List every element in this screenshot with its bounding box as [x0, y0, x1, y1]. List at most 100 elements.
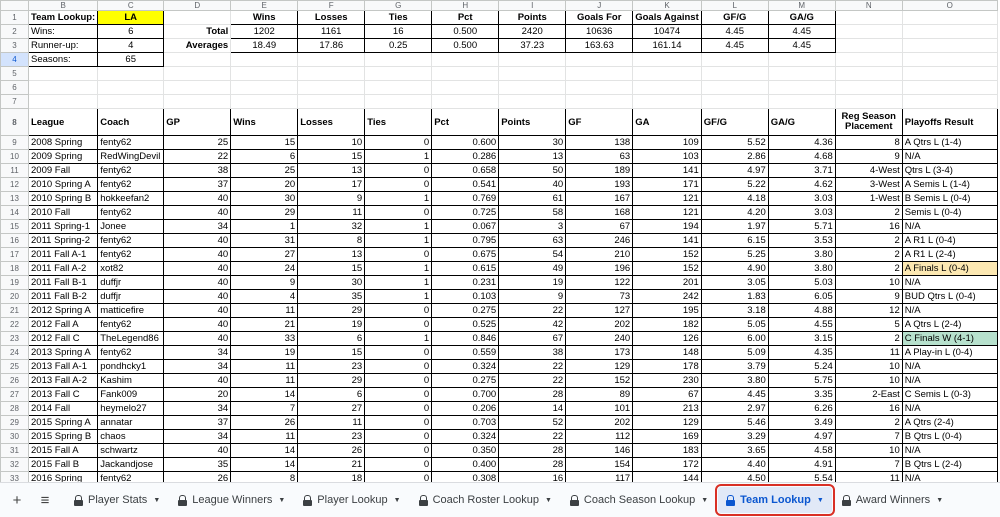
data-cell[interactable]: 3.35 — [767, 387, 836, 402]
data-cell[interactable]: 15 — [297, 261, 366, 276]
empty-cell[interactable] — [230, 80, 299, 95]
empty-cell[interactable] — [364, 66, 433, 81]
data-cell[interactable]: N/A — [901, 275, 998, 290]
data-cell[interactable]: A Finals L (0-4) — [901, 261, 998, 276]
empty-cell[interactable] — [834, 80, 903, 95]
average-value[interactable]: 163.63 — [565, 38, 634, 53]
empty-cell[interactable] — [767, 52, 836, 67]
empty-cell[interactable] — [834, 66, 903, 81]
row-number[interactable]: 4 — [0, 52, 29, 67]
data-cell[interactable]: 126 — [632, 331, 702, 346]
data-cell[interactable]: 0.615 — [431, 261, 500, 276]
data-cell[interactable]: 40 — [163, 275, 232, 290]
data-cell[interactable]: 67 — [632, 387, 702, 402]
total-label[interactable]: Total — [163, 24, 232, 39]
data-cell[interactable]: fenty62 — [97, 177, 165, 192]
row-number[interactable]: 28 — [0, 401, 29, 416]
data-cell[interactable]: 0 — [364, 401, 433, 416]
data-cell[interactable]: 2015 Fall B — [27, 457, 99, 472]
data-cell[interactable]: 1-West — [834, 191, 903, 206]
data-cell[interactable]: 1 — [364, 261, 433, 276]
team-lookup-value[interactable]: LA — [97, 10, 165, 25]
data-cell[interactable]: 9 — [297, 191, 366, 206]
column-header-n[interactable]: N — [834, 0, 903, 11]
summary-header[interactable]: Pct — [431, 10, 500, 25]
empty-cell[interactable] — [498, 94, 567, 109]
data-cell[interactable]: 2 — [834, 261, 903, 276]
data-cell[interactable]: 28 — [498, 457, 567, 472]
data-cell[interactable]: 9 — [834, 289, 903, 304]
row-number[interactable]: 5 — [0, 66, 29, 81]
data-cell[interactable]: annatar — [97, 415, 165, 430]
data-cell[interactable]: A R1 L (2-4) — [901, 247, 998, 262]
data-cell[interactable]: 23 — [297, 359, 366, 374]
empty-cell[interactable] — [498, 80, 567, 95]
empty-cell[interactable] — [297, 66, 366, 81]
data-cell[interactable]: 2013 Spring A — [27, 345, 99, 360]
data-cell[interactable]: 240 — [565, 331, 634, 346]
row-number[interactable]: 6 — [0, 80, 29, 95]
data-cell[interactable]: 152 — [565, 373, 634, 388]
total-value[interactable]: 2420 — [498, 24, 567, 39]
data-cell[interactable]: 0.286 — [431, 149, 500, 164]
data-cell[interactable]: Kashim — [97, 373, 165, 388]
data-cell[interactable]: 34 — [163, 359, 232, 374]
table-header[interactable]: Losses — [297, 108, 366, 136]
data-cell[interactable]: 52 — [498, 415, 567, 430]
data-cell[interactable]: 0 — [364, 415, 433, 430]
data-cell[interactable]: 109 — [632, 135, 702, 150]
data-cell[interactable]: 58 — [498, 205, 567, 220]
data-cell[interactable]: 11 — [834, 471, 903, 482]
data-cell[interactable]: schwartz — [97, 443, 165, 458]
data-cell[interactable]: 30 — [230, 191, 299, 206]
data-cell[interactable]: fenty62 — [97, 163, 165, 178]
total-value[interactable]: 1161 — [297, 24, 366, 39]
data-cell[interactable]: 5.52 — [700, 135, 769, 150]
data-cell[interactable]: 0 — [364, 443, 433, 458]
data-cell[interactable]: 3-West — [834, 177, 903, 192]
empty-cell[interactable] — [230, 94, 299, 109]
table-header[interactable]: Pct — [431, 108, 500, 136]
data-cell[interactable]: 2 — [834, 205, 903, 220]
empty-cell[interactable] — [97, 80, 165, 95]
data-cell[interactable]: 0 — [364, 205, 433, 220]
empty-cell[interactable] — [834, 52, 903, 67]
data-cell[interactable]: 22 — [498, 303, 567, 318]
team-lookup-label[interactable]: Team Lookup: — [27, 10, 99, 25]
data-cell[interactable]: BUD Qtrs L (0-4) — [901, 289, 998, 304]
caret-down-icon[interactable]: ▼ — [278, 497, 285, 504]
data-cell[interactable]: 29 — [230, 205, 299, 220]
data-cell[interactable]: 27 — [230, 247, 299, 262]
total-value[interactable]: 10636 — [565, 24, 634, 39]
data-cell[interactable]: 172 — [632, 457, 702, 472]
data-cell[interactable]: 1 — [364, 289, 433, 304]
empty-cell[interactable] — [498, 66, 567, 81]
caret-down-icon[interactable]: ▼ — [936, 497, 943, 504]
data-cell[interactable]: fenty62 — [97, 205, 165, 220]
row-number[interactable]: 25 — [0, 359, 29, 374]
table-header[interactable]: GA/G — [767, 108, 836, 136]
sheet-tab-player-stats[interactable]: Player Stats ▼ — [66, 487, 168, 513]
data-cell[interactable]: 34 — [163, 219, 232, 234]
data-cell[interactable]: 2015 Fall A — [27, 443, 99, 458]
data-cell[interactable]: fenty62 — [97, 247, 165, 262]
summary-header[interactable]: Wins — [230, 10, 299, 25]
data-cell[interactable]: 2-East — [834, 387, 903, 402]
data-cell[interactable]: 2 — [834, 247, 903, 262]
row-number[interactable]: 19 — [0, 275, 29, 290]
data-cell[interactable]: 20 — [230, 177, 299, 192]
data-cell[interactable]: duffjr — [97, 275, 165, 290]
table-header[interactable]: GF — [565, 108, 634, 136]
data-cell[interactable]: 6.00 — [700, 331, 769, 346]
data-cell[interactable]: RedWingDevil — [97, 149, 165, 164]
data-cell[interactable]: 4.20 — [700, 205, 769, 220]
sheet-tab-team-lookup[interactable]: Team Lookup ▼ — [715, 484, 835, 516]
data-cell[interactable]: 103 — [632, 149, 702, 164]
data-cell[interactable]: N/A — [901, 471, 998, 482]
all-sheets-button[interactable]: ≡ — [34, 489, 56, 511]
row-number[interactable]: 27 — [0, 387, 29, 402]
data-cell[interactable]: 28 — [498, 443, 567, 458]
data-cell[interactable]: 112 — [565, 429, 634, 444]
data-cell[interactable]: 28 — [498, 387, 567, 402]
empty-cell[interactable] — [901, 10, 998, 25]
